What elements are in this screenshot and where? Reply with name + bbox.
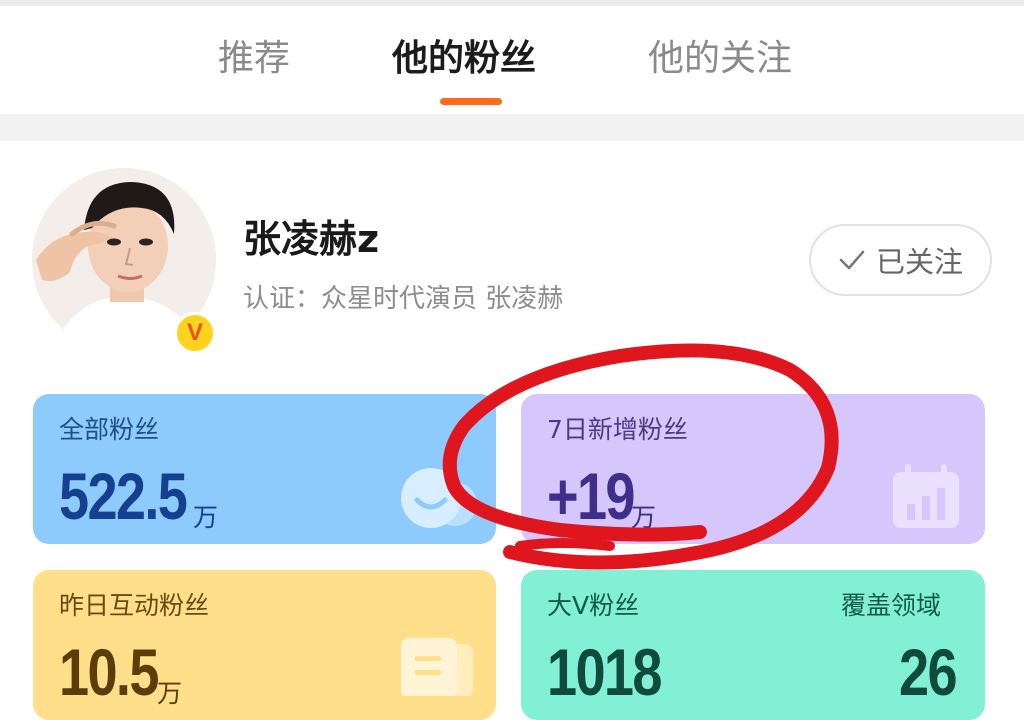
document-list-icon <box>401 638 473 696</box>
stat-unit-interactive-yesterday: 万 <box>157 679 183 708</box>
active-tab-indicator <box>440 98 502 105</box>
checkmark-icon <box>839 250 865 270</box>
calendar-chart-icon <box>893 464 959 528</box>
tab-bar: 推荐 他的粉丝 他的关注 <box>0 6 1024 114</box>
stat-card-new-fans-7d[interactable]: 7日新增粉丝 +19 万 <box>521 394 985 544</box>
tab-recommend[interactable]: 推荐 <box>218 32 290 86</box>
stat-label-all-fans: 全部粉丝 <box>59 415 160 444</box>
stat-label-coverage: 覆盖领域 <box>841 591 942 620</box>
stat-value-coverage: 26 <box>899 635 958 709</box>
stat-label-big-v-fans: 大V粉丝 <box>547 591 640 620</box>
profile-avatar-wrap[interactable]: V <box>32 168 216 354</box>
stat-value-big-v-fans: 1018 <box>547 635 662 709</box>
stat-card-interactive-yesterday[interactable]: 昨日互动粉丝 10.5 万 <box>33 570 496 720</box>
tab-his-fans[interactable]: 他的粉丝 <box>392 32 536 86</box>
stat-value-new-fans-7d: +19 <box>547 459 636 533</box>
fans-people-icon <box>401 468 477 528</box>
followed-button-label: 已关注 <box>875 245 963 279</box>
stat-unit-new-fans-7d: 万 <box>631 503 657 532</box>
profile-certification: 认证：众星时代演员 张凌赫 <box>243 284 564 314</box>
verified-v-badge-icon: V <box>174 312 216 354</box>
section-divider <box>0 114 1024 141</box>
stat-card-big-v-fans[interactable]: 大V粉丝 覆盖领域 1018 26 <box>521 570 985 720</box>
stat-value-all-fans: 522.5 <box>59 459 188 533</box>
stat-value-interactive-yesterday: 10.5 <box>59 635 159 709</box>
profile-name: 张凌赫z <box>243 217 380 261</box>
stat-label-interactive-yesterday: 昨日互动粉丝 <box>59 591 210 620</box>
stat-card-all-fans[interactable]: 全部粉丝 522.5 万 <box>33 394 496 544</box>
followed-button[interactable]: 已关注 <box>809 224 992 296</box>
stat-label-new-fans-7d: 7日新增粉丝 <box>547 415 688 444</box>
tab-his-following[interactable]: 他的关注 <box>648 32 792 86</box>
stat-unit-all-fans: 万 <box>193 503 219 532</box>
